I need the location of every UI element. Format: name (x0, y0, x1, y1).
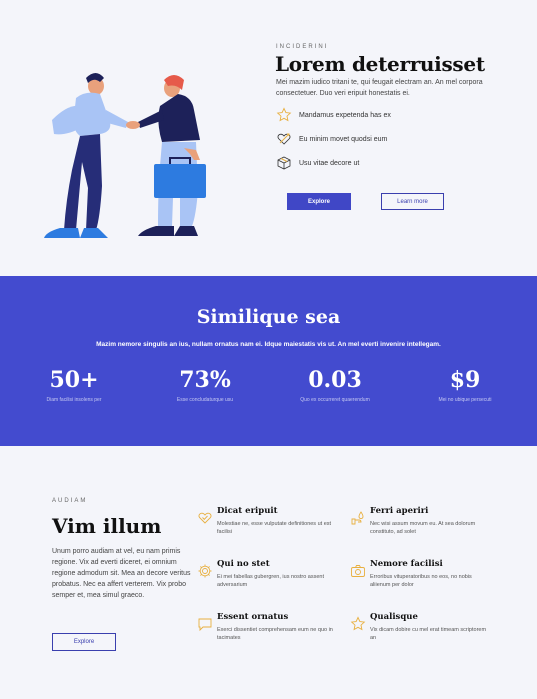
feature-title: Nemore facilisi (370, 559, 443, 569)
feature-text: Erroribus vituperatoribus no eos, no nob… (370, 574, 472, 588)
feature-title: Essent ornatus (217, 612, 289, 622)
feature-text: Vix dicam dobire cu mel erat timeam scri… (370, 627, 487, 641)
star-icon (276, 107, 292, 123)
stat-value: 0.03 (308, 367, 362, 393)
gear-icon (197, 563, 213, 579)
stat-item: 0.03 Quo ex occurreret quaerendum (275, 366, 395, 403)
stat-item: 73% Esse concludaturque usu (145, 366, 265, 403)
stat-value: 50+ (49, 367, 99, 393)
stat-value: 73% (179, 367, 231, 393)
star-icon (350, 616, 366, 632)
about-section: AUDIAM Vim illum Unum porro audiam at ve… (0, 446, 537, 699)
hero-description: Mei mazim iudico tritani te, qui feugait… (276, 79, 483, 97)
chat-icon (197, 616, 213, 632)
feature-text: Molestiae ne, esse vulputate definitione… (217, 521, 332, 535)
stat-label: Diam facilisi insolens per (46, 397, 102, 403)
heart-arrow-icon (276, 131, 292, 147)
box-icon (276, 155, 292, 171)
feature-text: Ei mei fabellas gubergren, ius nostro as… (217, 574, 325, 588)
stat-item: 50+ Diam facilisi insolens per (14, 366, 134, 403)
feature-title: Ferri aperiri (370, 506, 429, 516)
about-explore-button[interactable]: Explore (52, 633, 116, 651)
about-description: Unum porro audiam at vel, eu nam primis … (52, 548, 191, 599)
hero-feature-text: Usu vitae decore ut (299, 159, 360, 167)
hero-feature-2: Eu minim movet quodsi eum (276, 131, 387, 147)
stats-section: Similique sea Mazim nemore singulis an i… (0, 276, 537, 446)
hero-feature-text: Eu minim movet quodsi eum (299, 135, 388, 143)
stat-label: Esse concludaturque usu (176, 397, 234, 403)
hero-feature-3: Usu vitae decore ut (276, 155, 359, 171)
learn-more-button[interactable]: Learn more (381, 193, 444, 210)
about-title: Vim illum (52, 514, 162, 538)
feature-title: Qui no stet (217, 559, 270, 569)
heart-check-icon (197, 510, 213, 526)
hero-section: INCIDERINI Lorem deterruisset Mei mazim … (0, 0, 537, 276)
feature-text: Exerci dissentiet comprehensam eum ne qu… (217, 627, 333, 641)
hero-feature-text: Mandamus expetenda has ex (299, 111, 391, 119)
camera-icon (350, 563, 366, 579)
hand-drop-icon (350, 510, 366, 526)
hero-feature-1: Mandamus expetenda has ex (276, 107, 391, 123)
hero-eyebrow: INCIDERINI (276, 44, 329, 50)
about-eyebrow: AUDIAM (52, 498, 88, 504)
stat-item: $9 Mei no ubique persecuti (405, 366, 525, 403)
feature-title: Qualisque (370, 612, 418, 622)
hero-title: Lorem deterruisset (275, 52, 485, 76)
stats-title: Similique sea (196, 306, 341, 328)
stats-subtitle: Mazim nemore singulis an ius, nullam orn… (96, 341, 441, 348)
explore-button[interactable]: Explore (287, 193, 351, 210)
stat-value: $9 (449, 367, 481, 393)
stat-label: Mei no ubique persecuti (438, 397, 492, 403)
feature-title: Dicat eripuit (217, 506, 278, 516)
handshake-illustration (44, 73, 206, 238)
stat-label: Quo ex occurreret quaerendum (300, 397, 370, 403)
feature-text: Nec wisi assum movum eu. At sea dolorum … (370, 521, 476, 535)
